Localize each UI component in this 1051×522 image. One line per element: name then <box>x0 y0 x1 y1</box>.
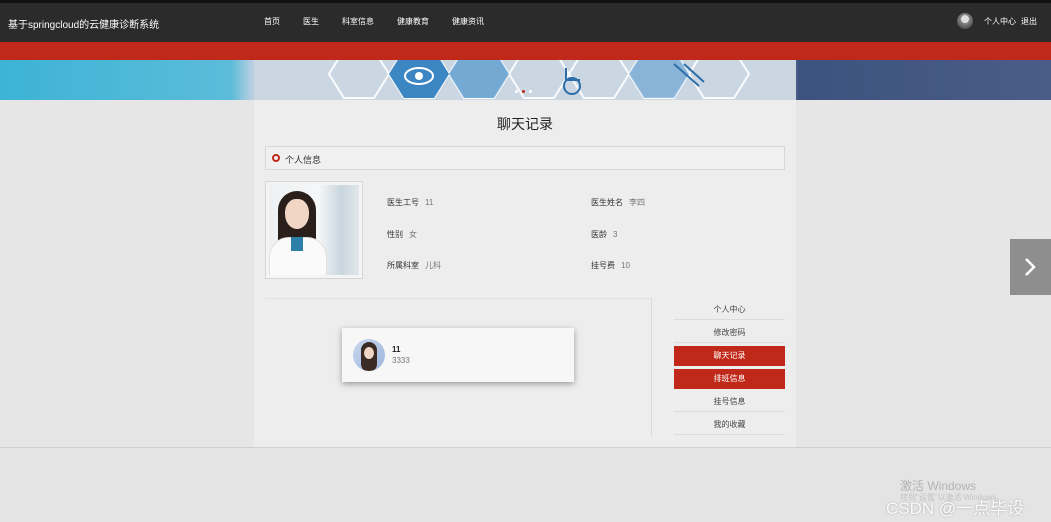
gender-label: 性别 <box>387 230 403 239</box>
carousel-next-button[interactable] <box>1010 239 1051 295</box>
nav-department[interactable]: 科室信息 <box>342 16 374 27</box>
page-title: 聊天记录 <box>497 116 553 132</box>
menu-item-favorites[interactable]: 我的收藏 <box>674 415 785 435</box>
user-center-link[interactable]: 个人中心 <box>984 16 1016 27</box>
accent-stripe <box>0 42 1051 60</box>
doctor-name-label: 医生姓名 <box>591 198 623 207</box>
carousel-dots <box>515 90 532 93</box>
doctor-name-field: 医生姓名 李四 <box>591 197 645 208</box>
doctor-id-label: 医生工号 <box>387 198 419 207</box>
main-panel: 聊天记录 个人信息 医生工号 11 医生姓名 李四 性别女 医龄 3 所属科室 儿科 挂… <box>254 100 796 448</box>
fee-value: 10 <box>621 261 630 270</box>
top-navbar: 基于springcloud的云健康诊断系统 首页 医生 科室信息 健康教育 健康… <box>0 0 1051 42</box>
doctor-photo <box>265 181 363 279</box>
doctor-id-value: 11 <box>425 198 434 207</box>
menu-item-user-center[interactable]: 个人中心 <box>674 300 785 320</box>
chat-contact-name: 11 <box>392 345 401 354</box>
department-field: 所属科室 儿科 <box>387 260 441 271</box>
section-header: 个人信息 <box>265 146 785 170</box>
chat-last-message: 3333 <box>392 356 410 365</box>
site-brand[interactable]: 基于springcloud的云健康诊断系统 <box>8 16 159 31</box>
age-label: 医龄 <box>591 230 607 239</box>
banner-carousel[interactable] <box>0 60 1051 100</box>
nav-doctor[interactable]: 医生 <box>303 16 319 27</box>
gender-value: 女 <box>409 230 417 239</box>
vertical-divider <box>651 298 652 436</box>
carousel-dot[interactable] <box>529 90 532 93</box>
doctor-id-field: 医生工号 11 <box>387 197 433 208</box>
doctor-name-value: 李四 <box>629 198 645 207</box>
fee-field: 挂号费 10 <box>591 260 630 271</box>
logout-link[interactable]: 退出 <box>1021 16 1037 27</box>
nav-health-education[interactable]: 健康教育 <box>397 16 429 27</box>
gender-field: 性别女 <box>387 229 417 240</box>
age-field: 医龄 3 <box>591 229 617 240</box>
carousel-dot[interactable] <box>515 90 518 93</box>
age-value: 3 <box>613 230 618 239</box>
menu-item-change-password[interactable]: 修改密码 <box>674 323 785 343</box>
nav-home[interactable]: 首页 <box>264 16 280 27</box>
chevron-right-icon <box>1025 258 1036 276</box>
csdn-watermark: CSDN @一点毕设 <box>886 499 1025 518</box>
nav-health-news[interactable]: 健康资讯 <box>452 16 484 27</box>
department-label: 所属科室 <box>387 261 419 270</box>
chat-list-item[interactable]: 11 3333 <box>342 328 574 382</box>
side-menu: 个人中心 修改密码 聊天记录 排班信息 挂号信息 我的收藏 <box>674 300 785 438</box>
menu-item-schedule[interactable]: 排班信息 <box>674 369 785 389</box>
main-nav: 首页 医生 科室信息 健康教育 健康资讯 <box>264 16 507 27</box>
carousel-dot-active[interactable] <box>522 90 525 93</box>
department-value: 儿科 <box>425 261 441 270</box>
fee-label: 挂号费 <box>591 261 615 270</box>
menu-item-chat-records[interactable]: 聊天记录 <box>674 346 785 366</box>
menu-item-registration[interactable]: 挂号信息 <box>674 392 785 412</box>
section-title: 个人信息 <box>285 155 322 165</box>
user-area: 个人中心 退出 <box>957 13 1037 29</box>
user-avatar[interactable] <box>957 13 973 29</box>
ring-icon <box>272 154 280 162</box>
medical-hex-banner-image <box>254 60 796 100</box>
chat-avatar <box>353 339 385 371</box>
